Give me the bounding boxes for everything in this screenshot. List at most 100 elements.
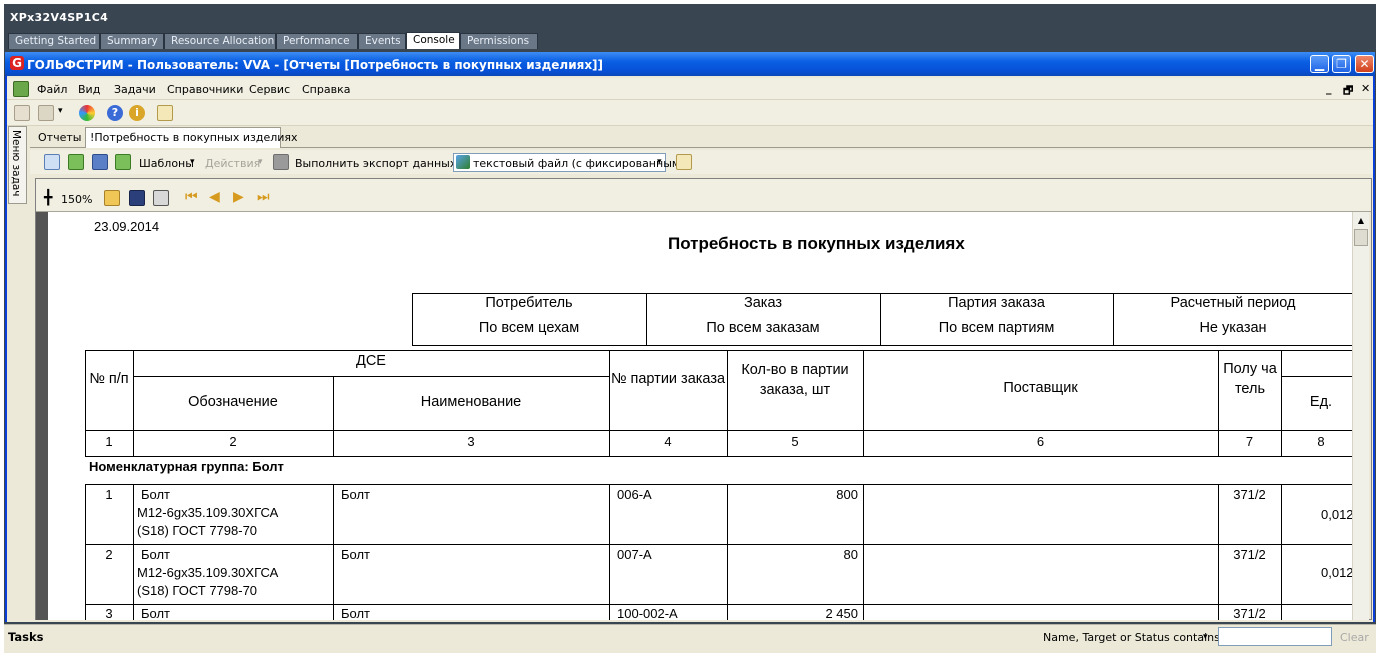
row-name: Болт [341, 547, 371, 562]
minimize-button[interactable]: ▁ [1310, 55, 1329, 73]
col-supplier-header: Поставщик [1003, 380, 1078, 396]
main-toolbar [7, 100, 1373, 126]
vertical-scrollbar[interactable]: ▲ [1352, 212, 1369, 620]
chevron-down-icon[interactable]: ▾ [1203, 632, 1208, 642]
tab-resource-allocation[interactable]: Resource Allocation [164, 33, 276, 49]
menu-file[interactable]: Файл [37, 83, 67, 96]
window-list-icon[interactable] [38, 105, 54, 121]
exit-icon[interactable] [157, 105, 173, 121]
col-number: 4 [664, 434, 672, 449]
mdi-minimize-button[interactable]: _ [1326, 82, 1332, 95]
report-page: 23.09.2014 Потребность в покупных издели… [48, 212, 1352, 620]
excel-export-icon[interactable] [68, 154, 84, 170]
menu-tasks[interactable]: Задачи [114, 83, 156, 96]
col-number: 7 [1245, 434, 1254, 449]
save-icon[interactable] [129, 190, 145, 206]
col-number: 1 [105, 434, 113, 449]
tab-getting-started[interactable]: Getting Started [8, 33, 100, 49]
col-number: 5 [791, 434, 799, 449]
palette-icon[interactable] [79, 105, 95, 121]
row-no: 2 [105, 547, 113, 562]
export-format-value: текстовый файл (с фиксированным [473, 157, 681, 170]
mdi-close-button[interactable]: ✕ [1361, 82, 1370, 95]
zoom-level[interactable]: 150% [61, 193, 92, 206]
last-page-icon[interactable]: ⏭ [257, 189, 270, 205]
col-designation-header: Обозначение [188, 394, 278, 410]
tab-events[interactable]: Events [358, 33, 406, 49]
chevron-down-icon[interactable]: ▾ [58, 106, 63, 116]
menu-help[interactable]: Справка [302, 83, 350, 96]
tab-reports[interactable]: Отчеты [38, 131, 81, 144]
app-menu-icon[interactable] [13, 81, 29, 97]
col-no-header: № п/п [89, 371, 129, 387]
actions-button[interactable]: Действия [205, 157, 260, 170]
chevron-down-icon[interactable]: ▾ [258, 157, 263, 167]
group-heading: Номенклатурная группа: Болт [89, 459, 284, 474]
col-number: 6 [1036, 434, 1045, 449]
row-no: 3 [105, 606, 113, 620]
filter-header-order: Заказ [743, 295, 783, 311]
export-disabled-icon [273, 154, 289, 170]
close-report-icon[interactable] [676, 154, 692, 170]
word-export-icon[interactable] [92, 154, 108, 170]
zoom-icon[interactable]: ╋ [44, 190, 52, 206]
col-name-header: Наименование [420, 394, 522, 410]
tab-permissions[interactable]: Permissions [460, 33, 538, 49]
row-qty: 80 [843, 547, 858, 562]
menu-service[interactable]: Сервис [249, 83, 290, 96]
task-menu-label: Меню задач [10, 130, 22, 197]
app-logo-icon: G [10, 56, 24, 70]
restore-button[interactable]: ❐ [1332, 55, 1351, 73]
first-page-icon[interactable]: ⏮ [185, 189, 198, 205]
tab-summary[interactable]: Summary [100, 33, 164, 49]
filter-value-batch: По всем партиям [938, 320, 1055, 336]
open-folder-icon[interactable] [104, 190, 120, 206]
chevron-down-icon[interactable]: ▾ [657, 157, 662, 167]
row-designation: Болт [141, 606, 171, 620]
mdi-restore-button[interactable]: 🗗 [1343, 82, 1353, 101]
next-page-icon[interactable]: ▶ [233, 189, 244, 205]
previous-page-icon[interactable]: ◀ [209, 189, 220, 205]
col-receiver-header: Полу ча тель [1223, 361, 1277, 397]
row-batch: 007-А [617, 547, 652, 562]
row-designation: М12-6gх35.109.30ХГСА [137, 565, 279, 580]
print-icon[interactable] [153, 190, 169, 206]
tab-console[interactable]: Console [406, 32, 460, 49]
col-number: 3 [467, 434, 475, 449]
filter-value-period: Не указан [1199, 320, 1267, 336]
filter-input[interactable] [1218, 627, 1332, 646]
info-icon[interactable]: i [129, 105, 145, 121]
filter-label[interactable]: Name, Target or Status contains: [1043, 631, 1224, 644]
refresh-icon[interactable] [14, 105, 30, 121]
tab-purchased-items-report[interactable]: !Потребность в покупных изделиях [90, 131, 298, 144]
row-qty: 2 450 [825, 606, 858, 620]
row-batch: 100-002-А [617, 606, 678, 620]
spreadsheet-icon[interactable] [115, 154, 131, 170]
scroll-up-icon[interactable]: ▲ [1354, 213, 1368, 228]
row-designation: Болт [141, 487, 171, 502]
tab-performance[interactable]: Performance [276, 33, 358, 49]
row-designation: Болт [141, 547, 171, 562]
preview-icon[interactable] [44, 154, 60, 170]
col-number: 8 [1317, 434, 1325, 449]
templates-button[interactable]: Шаблоны [139, 157, 194, 170]
chevron-down-icon[interactable]: ▾ [190, 157, 195, 167]
report-date: 23.09.2014 [94, 219, 160, 234]
page-gutter [36, 212, 48, 620]
col-dse-header: ДСЕ [356, 353, 386, 369]
filter-header-batch: Партия заказа [948, 295, 1045, 311]
close-button[interactable]: ✕ [1355, 55, 1374, 73]
filter-value-order: По всем заказам [706, 320, 820, 336]
scroll-thumb[interactable] [1354, 229, 1368, 246]
tasks-label[interactable]: Tasks [8, 630, 43, 644]
host-title: XPx32V4SP1C4 [10, 11, 109, 24]
menu-references[interactable]: Справочники [167, 83, 243, 96]
row-unit: 0,012 [1321, 565, 1352, 580]
menu-view[interactable]: Вид [78, 83, 100, 96]
report-title: Потребность в покупных изделиях [668, 234, 965, 253]
clear-button[interactable]: Clear [1340, 631, 1369, 644]
text-file-icon [456, 155, 470, 169]
row-no: 1 [105, 487, 113, 502]
row-name: Болт [341, 606, 371, 620]
help-icon[interactable]: ? [107, 105, 123, 121]
